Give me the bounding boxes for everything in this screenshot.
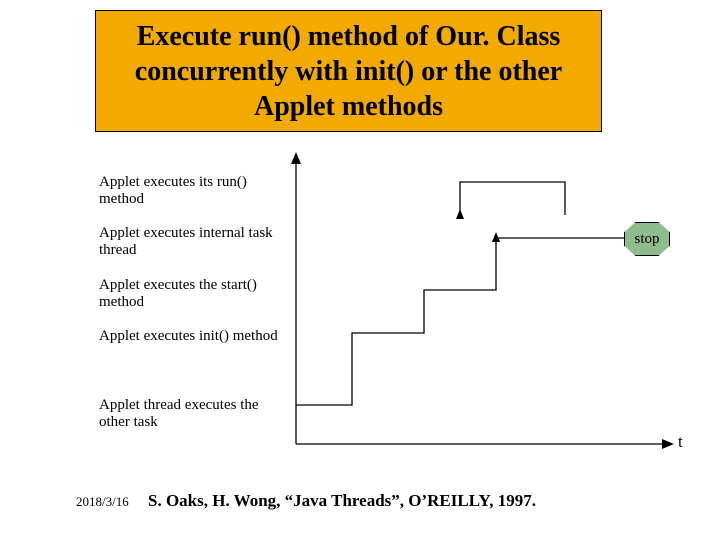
stop-node-label: stop — [634, 231, 659, 248]
slide-title: Execute run() method of Our. Class concu… — [96, 13, 601, 130]
stop-node: stop — [624, 222, 670, 256]
row-label-init: Applet executes init() method — [99, 328, 278, 345]
row-label-start: Applet executes the start() method — [99, 277, 257, 312]
time-axis-label: t — [678, 432, 683, 452]
row-label-internal: Applet executes internal task thread — [99, 225, 273, 260]
row-label-run: Applet executes its run() method — [99, 174, 247, 209]
footer-date: 2018/3/16 — [76, 494, 129, 510]
slide-title-box: Execute run() method of Our. Class concu… — [95, 10, 602, 132]
footer-reference: S. Oaks, H. Wong, “Java Threads”, O’REIL… — [148, 491, 536, 511]
row-label-othertask: Applet thread executes the other task — [99, 397, 259, 432]
